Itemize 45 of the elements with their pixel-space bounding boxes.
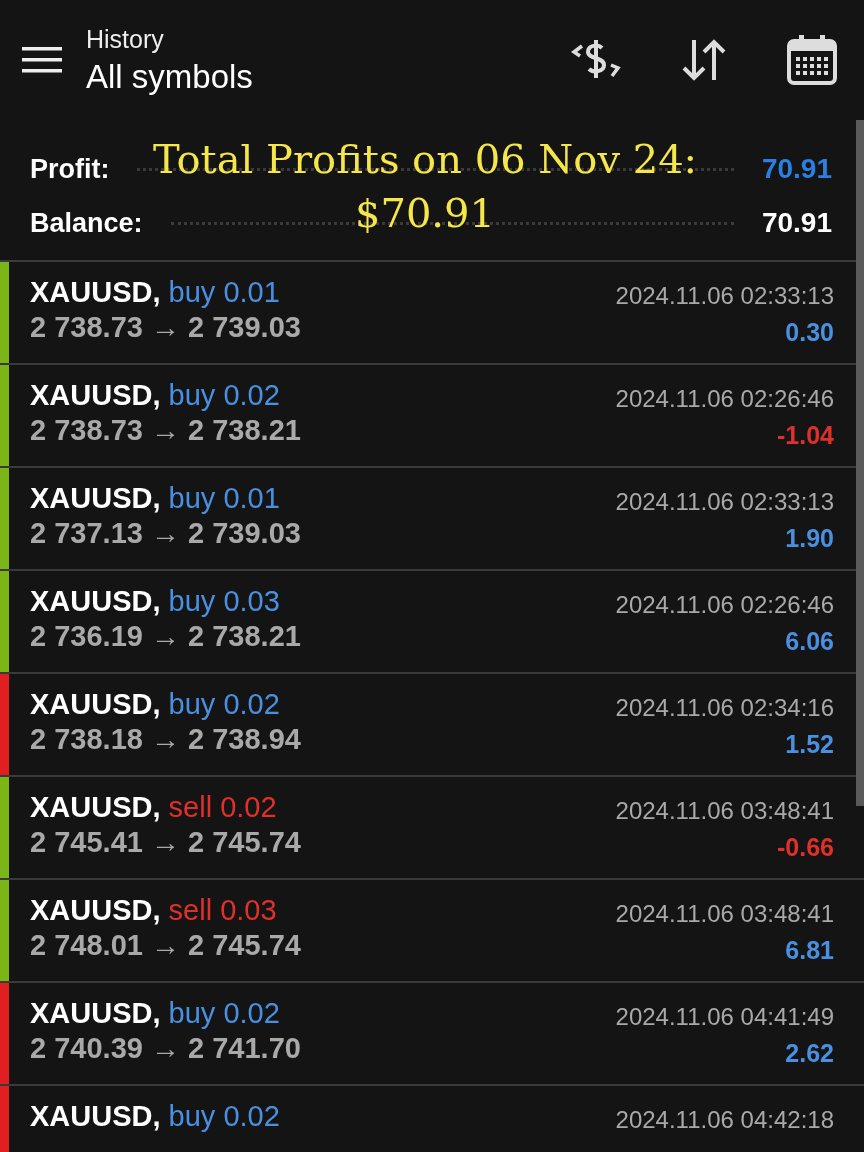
deal-title: XAUUSD, buy 0.02 — [30, 379, 281, 412]
deal-title: XAUUSD, sell 0.03 — [30, 894, 278, 927]
deal-time: 2024.11.06 04:42:18 — [615, 1106, 834, 1134]
deal-profit: 1.52 — [785, 730, 834, 759]
screen-subtitle: History — [86, 24, 165, 54]
deal-time: 2024.11.06 03:48:41 — [615, 900, 834, 928]
profit-value: 70.91 — [761, 153, 832, 185]
deal-time: 2024.11.06 02:33:13 — [615, 488, 834, 516]
deal-time: 2024.11.06 02:34:16 — [615, 694, 834, 722]
screen-title: All symbols — [86, 57, 254, 96]
deal-title: XAUUSD, buy 0.01 — [30, 276, 281, 309]
scrollbar[interactable] — [856, 120, 864, 806]
price-range: 2 736.19 → 2 738.21 — [30, 620, 301, 653]
deal-profit: -1.04 — [777, 421, 834, 450]
price-range: 2 738.18 → 2 738.94 — [30, 723, 301, 756]
deal-profit: 0.30 — [785, 318, 834, 347]
deal-time: 2024.11.06 02:26:46 — [615, 385, 834, 413]
overlay-caption: $70.91 — [354, 189, 496, 238]
price-range: 2 745.41 → 2 745.74 — [30, 826, 301, 859]
deal-time: 2024.11.06 04:41:49 — [615, 1003, 834, 1031]
deal-time: 2024.11.06 03:48:41 — [615, 797, 834, 825]
calendar-icon[interactable] — [784, 32, 840, 88]
deal-title: XAUUSD, buy 0.02 — [30, 688, 281, 721]
price-range: 2 740.39 → 2 741.70 — [30, 1032, 301, 1065]
price-range: 2 748.01 → 2 745.74 — [30, 929, 301, 962]
profit-label: Profit: — [30, 153, 110, 185]
deal-title: XAUUSD, buy 0.03 — [30, 585, 281, 618]
menu-icon[interactable] — [22, 47, 62, 73]
deal-title: XAUUSD, buy 0.02 — [30, 997, 281, 1030]
deal-profit: 2.62 — [785, 1039, 834, 1068]
deal-title: XAUUSD, sell 0.02 — [30, 791, 278, 824]
price-range: 2 738.73 → 2 738.21 — [30, 414, 301, 447]
deal-time: 2024.11.06 02:26:46 — [615, 591, 834, 619]
deal-profit: 6.06 — [785, 627, 834, 656]
price-range: 2 738.73 → 2 739.03 — [30, 311, 301, 344]
balance-label: Balance: — [30, 207, 143, 239]
deal-title: XAUUSD, buy 0.01 — [30, 482, 281, 515]
overlay-caption: Total Profits on 06 Nov 24: — [151, 135, 699, 184]
deal-title: XAUUSD, buy 0.02 — [30, 1100, 280, 1133]
balance-value: 70.91 — [761, 207, 832, 239]
deal-profit: 6.81 — [785, 936, 834, 965]
deal-time: 2024.11.06 02:33:13 — [615, 282, 834, 310]
deal-profit: 1.90 — [785, 524, 834, 553]
deal-profit: -0.66 — [777, 833, 834, 862]
price-range: 2 737.13 → 2 739.03 — [30, 517, 301, 550]
